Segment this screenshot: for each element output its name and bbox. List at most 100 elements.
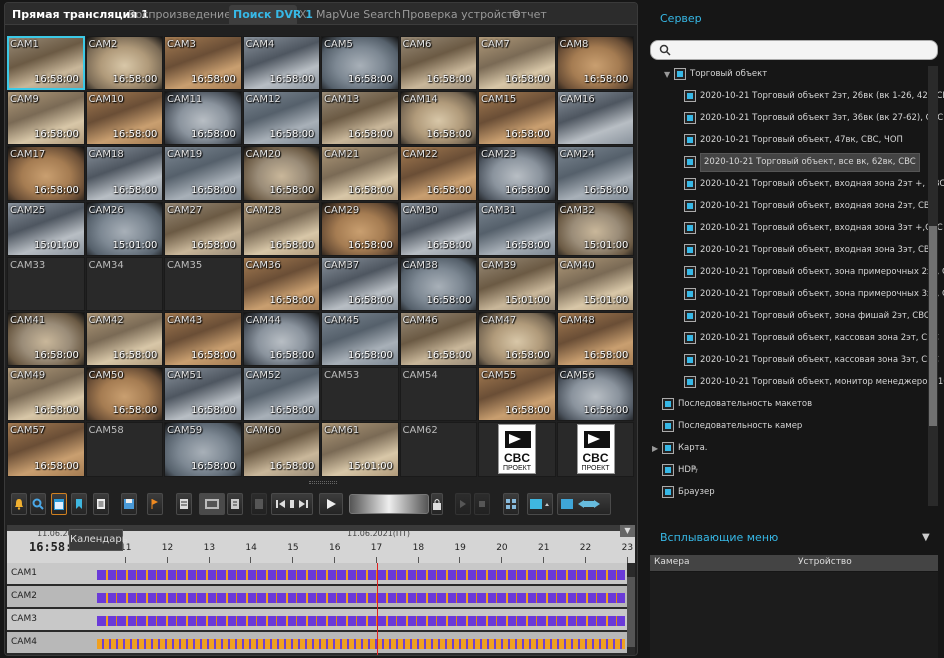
camera-tile[interactable]: CAM4 16:58:00 (242, 36, 320, 91)
popup-collapse-icon[interactable]: ▼ (922, 532, 930, 543)
camera-tile[interactable]: CAM54 (399, 367, 477, 422)
timeline-cursor[interactable] (377, 563, 378, 655)
timeline-scrollbar[interactable] (627, 577, 635, 647)
tab-mapvue[interactable]: MapVue Search (312, 5, 401, 24)
camera-tile[interactable]: CAM24 16:58:00 (556, 146, 634, 201)
recording-bar[interactable] (97, 593, 625, 603)
camera-tile[interactable]: CAM43 16:58:00 (164, 312, 242, 367)
list-view-icon[interactable] (227, 493, 243, 515)
timeline-row[interactable]: CAM2 (7, 586, 627, 608)
camera-tile[interactable]: CAM49 16:58:00 (7, 367, 85, 422)
camera-tile[interactable]: CAM22 16:58:00 (399, 146, 477, 201)
camera-tile[interactable]: CAM32 15:01:00 (556, 201, 634, 256)
grid-split-icon[interactable] (503, 493, 519, 515)
camera-tile[interactable]: CAM23 16:58:00 (478, 146, 556, 201)
save-icon[interactable] (121, 493, 137, 515)
camera-tile[interactable]: CAM7 16:58:00 (478, 36, 556, 91)
camera-tile[interactable]: CAM40 15:01:00 (556, 256, 634, 311)
camera-tile[interactable]: CAM53 (321, 367, 399, 422)
stop-button[interactable] (474, 493, 490, 515)
camera-tile[interactable]: CAM42 16:58:00 (85, 312, 163, 367)
recording-bar[interactable] (97, 570, 625, 580)
camera-tile[interactable]: CAM28 16:58:00 (242, 201, 320, 256)
camera-tile[interactable]: CAM11 16:58:00 (164, 91, 242, 146)
server-search-input[interactable] (650, 40, 938, 60)
camera-tile[interactable]: CAM6 16:58:00 (399, 36, 477, 91)
tab-device-check[interactable]: Проверка устройств (398, 5, 520, 24)
column-device[interactable]: Устройство (798, 557, 852, 567)
camera-tile[interactable]: CAM18 16:58:00 (85, 146, 163, 201)
camera-tile[interactable]: CAM56 16:58:00 (556, 367, 634, 422)
camera-tile[interactable]: CAM20 16:58:00 (242, 146, 320, 201)
camera-tile[interactable]: CAM29 16:58:00 (321, 201, 399, 256)
alarm-bell-icon[interactable] (11, 493, 27, 515)
recording-bar[interactable] (97, 639, 625, 649)
camera-tile[interactable]: CAM45 16:58:00 (321, 312, 399, 367)
expand-arrow-icon[interactable]: ▶ (652, 444, 658, 453)
camera-tile[interactable]: CAM44 16:58:00 (242, 312, 320, 367)
tab-playback[interactable]: Воспроизведение 1 (124, 5, 241, 24)
camera-tile[interactable]: CAM10 16:58:00 (85, 91, 163, 146)
camera-tile[interactable]: CAM55 16:58:00 (478, 367, 556, 422)
timeline-row[interactable]: CAM3 (7, 609, 627, 631)
camera-tile[interactable]: CAM39 15:01:00 (478, 256, 556, 311)
timeline-row[interactable]: CAM1 (7, 563, 627, 585)
camera-tile[interactable]: CAM62 (399, 422, 477, 477)
camera-tile[interactable]: CAM50 16:58:00 (85, 367, 163, 422)
timeline-row[interactable]: CAM4 (7, 632, 627, 654)
timeline-collapse-icon[interactable]: ▼ (620, 525, 635, 537)
camera-tile[interactable]: CAM3 16:58:00 (164, 36, 242, 91)
camera-tile[interactable]: CAM38 16:58:00 (399, 256, 477, 311)
camera-tile-logo[interactable]: CBC ПРОЕКТ (478, 422, 556, 477)
camera-tile[interactable]: CAM52 16:58:00 (242, 367, 320, 422)
camera-tile[interactable]: CAM15 16:58:00 (478, 91, 556, 146)
camera-tile[interactable]: CAM16 (556, 91, 634, 146)
tree-scroll-thumb[interactable] (929, 226, 937, 426)
fullscreen-nav-control[interactable] (557, 493, 611, 515)
search-icon[interactable] (30, 493, 46, 515)
tab-report[interactable]: Отчет (508, 5, 547, 24)
camera-tile[interactable]: CAM26 15:01:00 (85, 201, 163, 256)
print-icon[interactable] (176, 493, 192, 515)
tree-scrollbar[interactable] (928, 66, 938, 506)
camera-tile[interactable]: CAM5 16:58:00 (321, 36, 399, 91)
camera-tile[interactable]: CAM12 16:58:00 (242, 91, 320, 146)
layout-view-icon[interactable] (199, 493, 225, 515)
camera-tile[interactable]: CAM8 16:58:00 (556, 36, 634, 91)
speed-slider[interactable] (349, 494, 429, 514)
bookmark-icon[interactable] (71, 493, 87, 515)
camera-tile[interactable]: CAM48 16:58:00 (556, 312, 634, 367)
camera-tile[interactable]: CAM51 16:58:00 (164, 367, 242, 422)
camera-tile[interactable]: CAM46 16:58:00 (399, 312, 477, 367)
camera-tile[interactable]: CAM27 16:58:00 (164, 201, 242, 256)
camera-tile[interactable]: CAM17 16:58:00 (7, 146, 85, 201)
tab-close-icon[interactable]: X (299, 5, 307, 24)
export-flag-icon[interactable] (147, 493, 163, 515)
next-frame-button[interactable] (455, 493, 471, 515)
column-camera[interactable]: Камера (654, 557, 689, 567)
clip-icon[interactable] (251, 493, 267, 515)
camera-tile[interactable]: CAM14 16:58:00 (399, 91, 477, 146)
camera-tile[interactable]: CAM61 15:01:00 (321, 422, 399, 477)
camera-tile[interactable]: CAM25 15:01:00 (7, 201, 85, 256)
play-button[interactable] (319, 493, 343, 515)
camera-tile[interactable]: CAM30 16:58:00 (399, 201, 477, 256)
camera-tile[interactable]: CAM47 16:58:00 (478, 312, 556, 367)
camera-tile[interactable]: CAM2 16:58:00 (85, 36, 163, 91)
resize-handle[interactable] (309, 481, 337, 484)
camera-tile[interactable]: CAM13 16:58:00 (321, 91, 399, 146)
tab-dvr-search[interactable]: Поиск DVR 1 (229, 5, 313, 24)
camera-tile-logo[interactable]: CBC ПРОЕКТ (556, 422, 634, 477)
camera-tile[interactable]: CAM36 16:58:00 (242, 256, 320, 311)
camera-tile[interactable]: CAM37 16:58:00 (321, 256, 399, 311)
camera-tile[interactable]: CAM34 (85, 256, 163, 311)
lock-icon[interactable] (431, 493, 443, 515)
camera-tile[interactable]: CAM31 16:58:00 (478, 201, 556, 256)
recording-bar[interactable] (97, 616, 625, 626)
camera-tile[interactable]: CAM33 (7, 256, 85, 311)
camera-tile[interactable]: CAM9 16:58:00 (7, 91, 85, 146)
camera-tile[interactable]: CAM57 16:58:00 (7, 422, 85, 477)
layout-select-icon[interactable] (527, 493, 553, 515)
calendar-icon[interactable] (51, 493, 67, 515)
camera-tile[interactable]: CAM60 16:58:00 (242, 422, 320, 477)
